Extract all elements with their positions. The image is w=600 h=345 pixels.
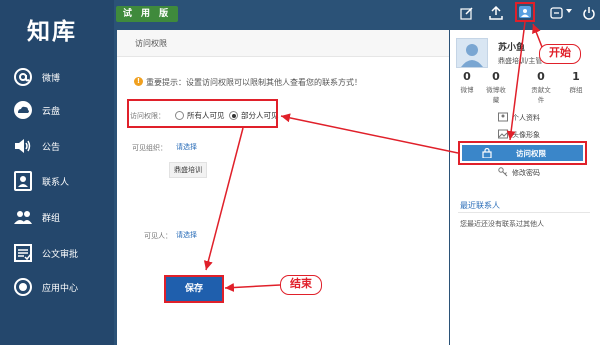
trial-badge: 试 用 版 xyxy=(116,6,178,22)
sidebar-item-app-center[interactable]: 应用中心 xyxy=(0,272,114,302)
sidebar-item-groups[interactable]: 群组 xyxy=(0,202,114,232)
breadcrumb: 访问权限 xyxy=(135,39,167,48)
profile-org: 鼎盛培训/主管 xyxy=(498,57,543,65)
stat-weibo[interactable]: 0 微博 xyxy=(455,70,479,94)
stat-groups[interactable]: 1 群组 xyxy=(564,70,588,94)
stat-value: 1 xyxy=(572,70,580,83)
contact-card-icon xyxy=(14,171,32,191)
app-center-icon xyxy=(14,278,32,296)
visible-org-label: 可见组织： xyxy=(132,144,167,152)
app-logo: 知库 xyxy=(27,18,77,45)
menu-label: 修改密码 xyxy=(512,169,540,177)
profile-card-icon xyxy=(498,112,508,122)
cloud-icon xyxy=(14,101,32,119)
sidebar-item-label: 联系人 xyxy=(42,178,70,188)
menu-label: 头像形象 xyxy=(512,131,540,139)
sidebar-item-label: 公文审批 xyxy=(42,250,79,260)
sidebar-item-label: 群组 xyxy=(42,214,61,224)
profile-button[interactable] xyxy=(515,2,535,22)
chevron-down-icon[interactable] xyxy=(566,9,572,13)
access-options-highlight xyxy=(127,99,278,128)
lock-icon xyxy=(482,148,492,158)
group-icon xyxy=(14,211,32,224)
sidebar-item-label: 应用中心 xyxy=(42,284,79,294)
select-org-link[interactable]: 请选择 xyxy=(176,142,197,152)
edit-icon[interactable] xyxy=(460,6,474,20)
message-icon[interactable] xyxy=(550,6,564,20)
sidebar-item-cloud[interactable]: 云盘 xyxy=(0,95,114,125)
profile-icon xyxy=(519,6,531,18)
avatar-image-icon xyxy=(498,129,508,139)
main-panel: 访问权限 ! 重要提示：设置访问权限可以限制其他人查看您的联系方式！ 访问权限：… xyxy=(117,30,449,345)
org-tag[interactable]: 鼎盛培训 xyxy=(169,162,207,178)
visible-people-label: 可见人： xyxy=(144,232,172,240)
menu-access-highlight: 访问权限 xyxy=(462,145,583,161)
end-callout: 结束 xyxy=(280,275,322,295)
stat-value: 0 xyxy=(463,70,471,83)
menu-label: 个人资料 xyxy=(512,114,540,122)
recent-contacts-title: 最近联系人 xyxy=(460,201,500,210)
stat-value: 0 xyxy=(537,70,545,83)
key-icon xyxy=(498,167,508,177)
stat-label: 群组 xyxy=(569,86,583,94)
sidebar-item-contacts[interactable]: 联系人 xyxy=(0,166,114,196)
menu-avatar-image[interactable]: 头像形象 xyxy=(498,129,540,140)
speaker-icon xyxy=(15,139,31,153)
select-people-link[interactable]: 请选择 xyxy=(176,230,197,240)
sidebar-item-label: 微博 xyxy=(42,74,61,84)
approval-doc-icon xyxy=(14,244,32,262)
stat-label: 微博 xyxy=(460,86,474,94)
breadcrumb-bar: 访问权限 xyxy=(117,30,449,57)
stat-weibo-favorites[interactable]: 0 微博收藏 xyxy=(484,70,508,104)
menu-profile-info[interactable]: 个人资料 xyxy=(498,112,540,123)
recent-divider xyxy=(458,212,590,213)
sidebar-item-notice[interactable]: 公告 xyxy=(0,131,114,161)
sidebar-item-label: 云盘 xyxy=(42,107,61,117)
save-button[interactable]: 保存 xyxy=(164,275,224,303)
recent-contacts-empty: 您最近还没有联系过其他人 xyxy=(460,220,544,228)
important-tip: 重要提示：设置访问权限可以限制其他人查看您的联系方式！ xyxy=(146,78,362,87)
menu-access-permission[interactable]: 访问权限 xyxy=(458,141,587,165)
stat-label: 贡献文件 xyxy=(531,86,551,104)
profile-name: 苏小鱼 xyxy=(498,43,526,53)
save-label: 保存 xyxy=(184,284,203,294)
sidebar-item-weibo[interactable]: 微博 xyxy=(0,62,114,92)
stat-label: 微博收藏 xyxy=(486,86,506,104)
sidebar-item-label: 公告 xyxy=(42,143,61,153)
power-icon[interactable] xyxy=(582,6,596,20)
upload-icon[interactable] xyxy=(489,6,503,20)
sidebar: 知库 微博 云盘 公告 联系人 群组 公文审批 应用中心 xyxy=(0,0,114,345)
avatar[interactable] xyxy=(456,38,488,68)
at-sign-icon xyxy=(14,68,32,86)
stat-files[interactable]: 0 贡献文件 xyxy=(529,70,553,104)
start-callout: 开始 xyxy=(539,44,581,64)
menu-label: 访问权限 xyxy=(516,149,546,158)
warning-icon: ! xyxy=(134,77,143,86)
avatar-placeholder-icon xyxy=(461,44,483,67)
menu-change-password[interactable]: 修改密码 xyxy=(498,167,540,178)
stat-value: 0 xyxy=(492,70,500,83)
sidebar-item-approval[interactable]: 公文审批 xyxy=(0,238,114,268)
